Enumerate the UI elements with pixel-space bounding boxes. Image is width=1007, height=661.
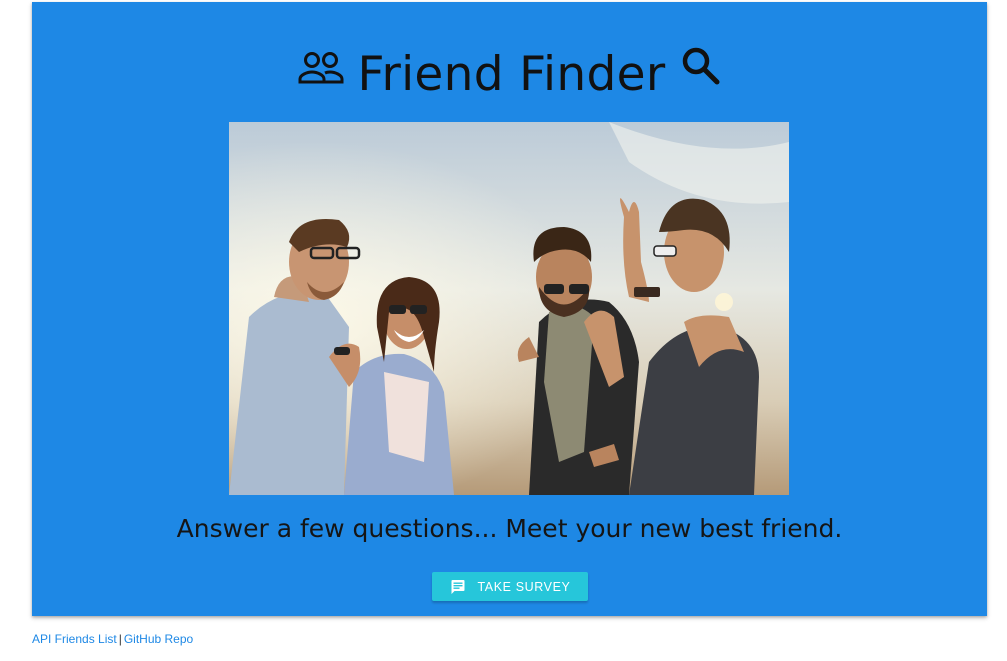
api-friends-list-link[interactable]: API Friends List (32, 632, 117, 646)
github-repo-link[interactable]: GitHub Repo (124, 632, 193, 646)
take-survey-label: TAKE SURVEY (477, 579, 571, 594)
friends-photo-image (229, 122, 789, 495)
hero-photo (229, 122, 789, 495)
take-survey-button[interactable]: TAKE SURVEY (432, 572, 588, 601)
chat-icon (451, 579, 464, 594)
page-title: Friend Finder (32, 44, 987, 106)
people-outline-icon (298, 52, 344, 84)
tagline: Answer a few questions... Meet your new … (176, 514, 843, 543)
title-text: Friend Finder (357, 47, 666, 102)
hero-card: Friend Finder Answer a few questions... … (32, 2, 987, 616)
footer: API Friends List | GitHub Repo (32, 631, 193, 647)
footer-separator: | (118, 632, 122, 646)
search-icon (683, 47, 720, 85)
